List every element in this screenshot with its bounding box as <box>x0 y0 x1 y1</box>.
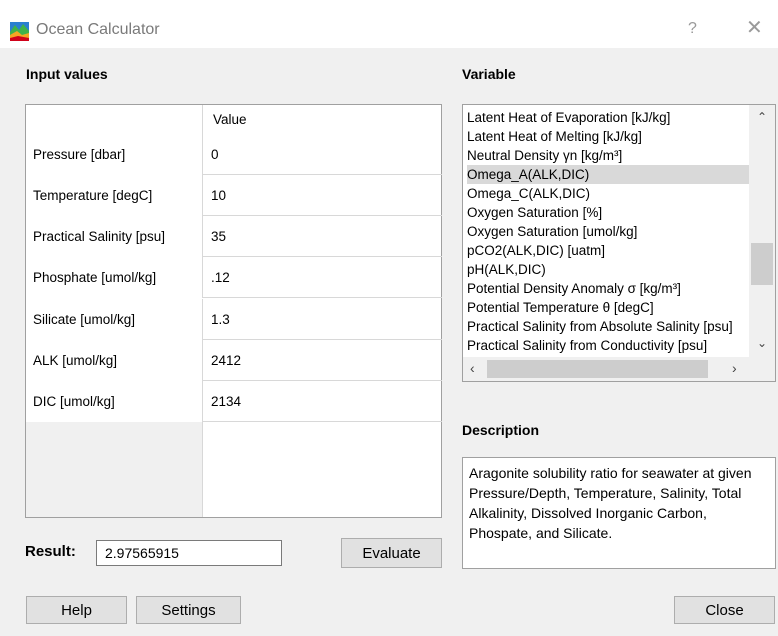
result-field[interactable] <box>96 540 282 566</box>
variable-item[interactable]: Neutral Density γn [kg/m³] <box>467 146 753 165</box>
variable-item[interactable]: Practical Salinity from Conductivity [ps… <box>467 336 753 355</box>
variable-item[interactable]: Oxygen Saturation [umol/kg] <box>467 222 753 241</box>
empty-value-area <box>202 422 442 517</box>
help-button[interactable]: Help <box>26 596 127 624</box>
variable-item[interactable]: Potential Density Anomaly σ [kg/m³] <box>467 279 753 298</box>
horizontal-scroll-thumb[interactable] <box>487 360 708 378</box>
scroll-left-icon[interactable]: ‹ <box>470 361 475 375</box>
scroll-right-icon[interactable]: › <box>732 361 737 375</box>
variable-vertical-scrollbar[interactable]: ⌃ ⌄ <box>749 105 775 357</box>
variable-item[interactable]: Latent Heat of Melting [kJ/kg] <box>467 127 753 146</box>
variable-item[interactable]: pH(ALK,DIC) <box>467 260 753 279</box>
title-bar: Ocean Calculator ? ✕ <box>0 0 778 48</box>
variable-item[interactable]: pCO2(ALK,DIC) [uatm] <box>467 241 753 260</box>
scroll-down-icon[interactable]: ⌄ <box>757 337 767 349</box>
input-value-dic[interactable]: 2134 <box>202 381 442 422</box>
variable-item[interactable]: Omega_C(ALK,DIC) <box>467 184 753 203</box>
variable-item-selected[interactable]: Omega_A(ALK,DIC) <box>467 165 753 184</box>
description-text: Aragonite solubility ratio for seawater … <box>462 457 776 569</box>
input-label-pressure: Pressure [dbar] <box>26 134 202 175</box>
close-button[interactable]: Close <box>674 596 775 624</box>
variable-item[interactable]: Latent Heat of Evaporation [kJ/kg] <box>467 108 753 127</box>
input-table: Value Pressure [dbar] 0 Temperature [deg… <box>25 104 442 518</box>
input-values-heading: Input values <box>26 66 108 82</box>
scroll-corner <box>749 357 775 381</box>
input-value-salinity[interactable]: 35 <box>202 216 442 257</box>
variable-item[interactable]: Practical Salinity from Absolute Salinit… <box>467 317 753 336</box>
result-label: Result: <box>25 543 76 560</box>
input-label-dic: DIC [umol/kg] <box>26 381 202 422</box>
help-icon[interactable]: ? <box>688 20 697 38</box>
evaluate-button[interactable]: Evaluate <box>341 538 442 568</box>
input-value-phosphate[interactable]: .12 <box>202 257 442 298</box>
value-column-header: Value <box>202 105 442 134</box>
input-label-salinity: Practical Salinity [psu] <box>26 216 202 257</box>
description-heading: Description <box>462 422 540 438</box>
input-label-phosphate: Phosphate [umol/kg] <box>26 257 202 298</box>
input-label-temperature: Temperature [degC] <box>26 175 202 216</box>
variable-item[interactable]: Potential Temperature θ [degC] <box>467 298 753 317</box>
variable-item[interactable]: Oxygen Saturation [%] <box>467 203 753 222</box>
window-title: Ocean Calculator <box>36 21 160 38</box>
input-value-silicate[interactable]: 1.3 <box>202 299 442 340</box>
scroll-up-icon[interactable]: ⌃ <box>757 111 767 123</box>
input-label-alk: ALK [umol/kg] <box>26 340 202 381</box>
variable-heading: Variable <box>462 66 516 82</box>
input-label-silicate: Silicate [umol/kg] <box>26 299 202 340</box>
close-icon[interactable]: ✕ <box>746 18 763 38</box>
settings-button[interactable]: Settings <box>136 596 241 624</box>
variable-list[interactable]: Latent Heat of Evaporation [kJ/kg] Laten… <box>462 104 776 382</box>
variable-horizontal-scrollbar[interactable]: ‹ › <box>463 357 749 381</box>
ocean-app-icon <box>10 22 29 41</box>
empty-row-header-area <box>26 422 202 517</box>
input-value-pressure[interactable]: 0 <box>202 134 442 175</box>
vertical-scroll-thumb[interactable] <box>751 243 773 285</box>
input-value-alk[interactable]: 2412 <box>202 340 442 381</box>
input-value-temperature[interactable]: 10 <box>202 175 442 216</box>
